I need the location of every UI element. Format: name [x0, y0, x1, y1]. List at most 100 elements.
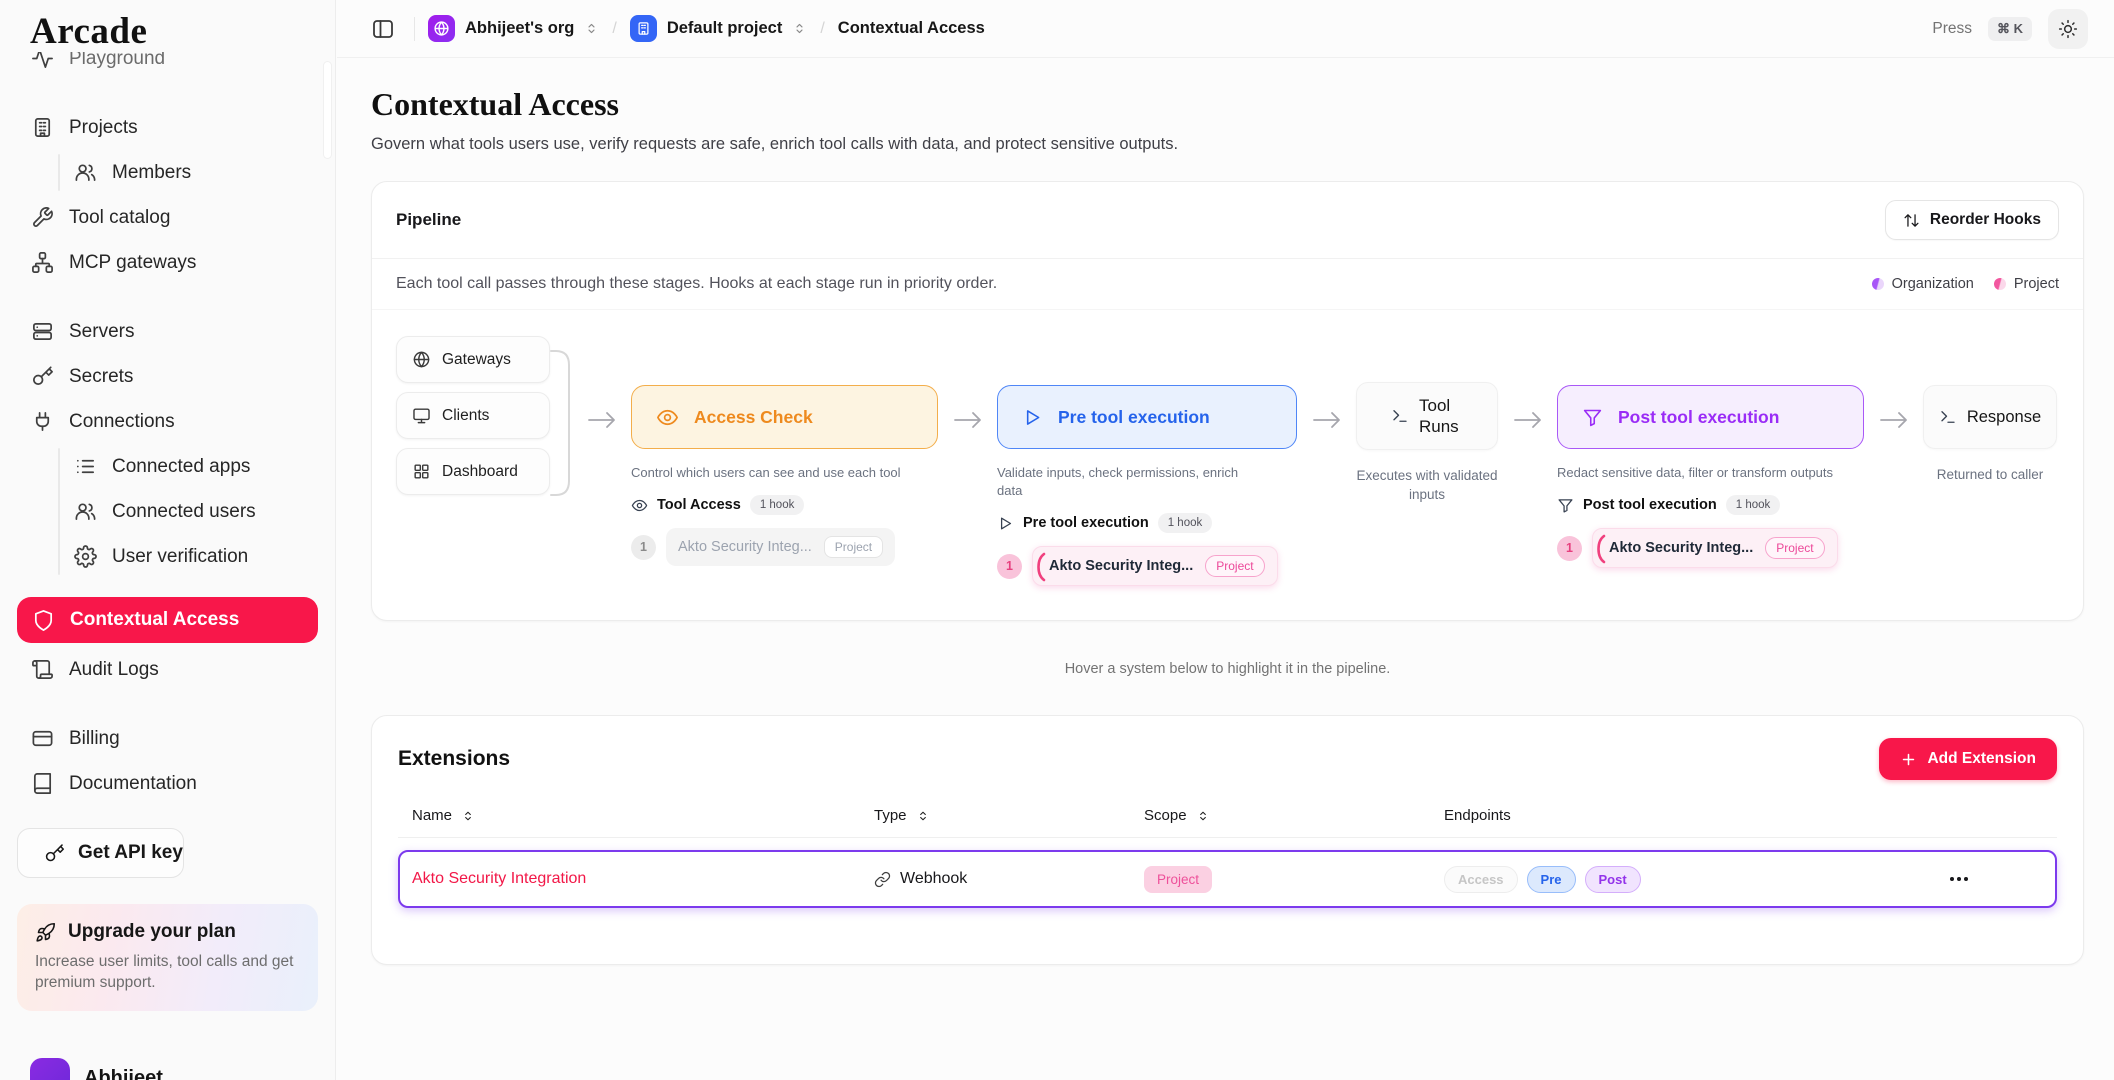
arrow-right-icon	[952, 408, 984, 432]
get-api-key-button[interactable]: Get API key	[17, 828, 184, 878]
hover-hint: Hover a system below to highlight it in …	[371, 661, 2084, 677]
hook-pill-akto[interactable]: Akto Security Integ... Project	[1032, 546, 1278, 586]
access-check-box[interactable]: Access Check	[631, 385, 938, 449]
plug-icon	[31, 410, 54, 433]
sidebar-item-user-verification[interactable]: User verification	[0, 534, 335, 579]
table-row[interactable]: Akto Security Integration Webhook Projec…	[398, 850, 2057, 908]
panel-left-icon	[371, 17, 395, 41]
sun-icon	[2058, 19, 2078, 39]
endpoint-badges: Access Pre Post	[1444, 866, 1874, 893]
sidebar-item-label: Connected users	[112, 501, 256, 523]
sidebar-item-label: Documentation	[69, 773, 197, 795]
sidebar-item-tool-catalog[interactable]: Tool catalog	[0, 195, 335, 240]
sidebar-item-contextual-access[interactable]: Contextual Access	[17, 597, 318, 643]
stage-description: Control which users can see and use each…	[631, 464, 923, 482]
chevrons-up-down-icon	[584, 21, 599, 36]
column-scope: Scope	[1144, 807, 1187, 824]
extension-name[interactable]: Akto Security Integration	[412, 870, 874, 888]
add-extension-button[interactable]: Add Extension	[1879, 738, 2057, 780]
sidebar-item-billing[interactable]: Billing	[0, 716, 335, 761]
sidebar-item-label: MCP gateways	[69, 252, 196, 274]
arrow-up-down-icon	[1903, 212, 1920, 229]
extensions-card: Extensions Add Extension Name Type Scope…	[371, 715, 2084, 965]
sidebar-nav: Playground Projects Members Tool catalog…	[0, 52, 335, 806]
hook-priority-badge: 1	[997, 554, 1022, 579]
sidebar-item-label: Tool catalog	[69, 207, 170, 229]
hook-scope-badge: Project	[1765, 537, 1824, 559]
terminal-icon	[1939, 408, 1957, 426]
sidebar-item-servers[interactable]: Servers	[0, 309, 335, 354]
pipeline-sources: Gateways Clients Dashboard	[396, 336, 572, 504]
stage-label: Access Check	[694, 407, 813, 428]
response-box[interactable]: Response	[1923, 385, 2057, 449]
server-icon	[31, 320, 54, 343]
sidebar-scrollbar[interactable]	[324, 62, 331, 158]
eye-icon	[631, 497, 648, 514]
breadcrumb-project[interactable]: Default project	[630, 15, 808, 42]
hook-pill-akto[interactable]: Akto Security Integ... Project	[1592, 528, 1838, 568]
sort-icon[interactable]	[1196, 809, 1210, 823]
key-icon	[44, 843, 65, 864]
user-profile[interactable]: Abhijeet	[30, 1058, 163, 1080]
hook-count-badge: 1 hook	[750, 495, 805, 515]
arrow-right-icon	[1311, 408, 1343, 432]
source-dashboard[interactable]: Dashboard	[396, 448, 550, 495]
sort-icon[interactable]	[916, 809, 930, 823]
reorder-hooks-label: Reorder Hooks	[1930, 211, 2041, 229]
hook-scope-badge: Project	[824, 536, 883, 558]
post-hook-group[interactable]: Post tool execution 1 hook	[1557, 495, 1864, 515]
sidebar-item-connected-users[interactable]: Connected users	[0, 489, 335, 534]
stage-post-tool-execution: Post tool execution Redact sensitive dat…	[1557, 385, 1864, 568]
arrow-right-icon	[1512, 408, 1544, 432]
sidebar-item-label: Billing	[69, 728, 120, 750]
theme-toggle-button[interactable]	[2048, 9, 2088, 49]
keyboard-shortcut-badge: ⌘ K	[1988, 17, 2032, 41]
sidebar-item-label: Servers	[69, 321, 134, 343]
sidebar-item-members[interactable]: Members	[0, 150, 335, 195]
play-icon	[997, 515, 1014, 532]
sidebar-item-label: User verification	[112, 546, 248, 568]
hook-bracket-icon	[1036, 552, 1046, 582]
chevrons-up-down-icon	[792, 21, 807, 36]
row-actions-ellipsis-icon[interactable]	[1950, 877, 1968, 881]
sidebar-item-documentation[interactable]: Documentation	[0, 761, 335, 806]
sidebar-item-secrets[interactable]: Secrets	[0, 354, 335, 399]
sidebar-item-audit-logs[interactable]: Audit Logs	[0, 647, 335, 692]
source-label: Gateways	[442, 351, 511, 369]
building-icon	[31, 116, 54, 139]
column-endpoints: Endpoints	[1444, 807, 1511, 824]
table-header: Name Type Scope Endpoints	[398, 794, 2057, 838]
source-gateways[interactable]: Gateways	[396, 336, 550, 383]
pipeline-description: Each tool call passes through these stag…	[396, 275, 997, 293]
hook-count-badge: 1 hook	[1158, 513, 1213, 533]
stage-description: Validate inputs, check permissions, enri…	[997, 464, 1239, 500]
breadcrumb-page: Contextual Access	[838, 19, 985, 38]
tool-access-hook-group[interactable]: Tool Access 1 hook	[631, 495, 938, 515]
sidebar-toggle-button[interactable]	[365, 11, 401, 47]
get-api-key-label: Get API key	[78, 842, 183, 864]
sort-icon[interactable]	[461, 809, 475, 823]
sidebar-item-connections[interactable]: Connections	[0, 399, 335, 444]
sidebar-item-playground[interactable]: Playground	[0, 52, 335, 81]
post-tool-execution-box[interactable]: Post tool execution	[1557, 385, 1864, 449]
sidebar-item-label: Contextual Access	[70, 609, 239, 631]
pre-hook-group[interactable]: Pre tool execution 1 hook	[997, 513, 1297, 533]
list-icon	[74, 455, 97, 478]
arrow-right-icon	[586, 408, 618, 432]
funnel-icon	[1582, 407, 1603, 428]
breadcrumb-org[interactable]: Abhijeet's org	[428, 15, 599, 42]
upgrade-plan-card[interactable]: Upgrade your plan Increase user limits, …	[17, 904, 318, 1011]
users-icon	[74, 161, 97, 184]
sidebar-item-mcp-gateways[interactable]: MCP gateways	[0, 240, 335, 285]
reorder-hooks-button[interactable]: Reorder Hooks	[1885, 200, 2059, 240]
stage-description: Executes with validated inputs	[1356, 467, 1498, 505]
sidebar-item-connected-apps[interactable]: Connected apps	[0, 444, 335, 489]
hook-pill-akto[interactable]: Akto Security Integ... Project	[666, 528, 895, 566]
sidebar-item-projects[interactable]: Projects	[0, 105, 335, 150]
hook-group-label: Post tool execution	[1583, 497, 1717, 513]
tool-runs-box[interactable]: Tool Runs	[1356, 382, 1498, 450]
pre-tool-execution-box[interactable]: Pre tool execution	[997, 385, 1297, 449]
main-area: Abhijeet's org / Default project / Conte…	[337, 0, 2114, 1080]
hook-row: 1 Akto Security Integ... Project	[997, 546, 1297, 586]
source-clients[interactable]: Clients	[396, 392, 550, 439]
